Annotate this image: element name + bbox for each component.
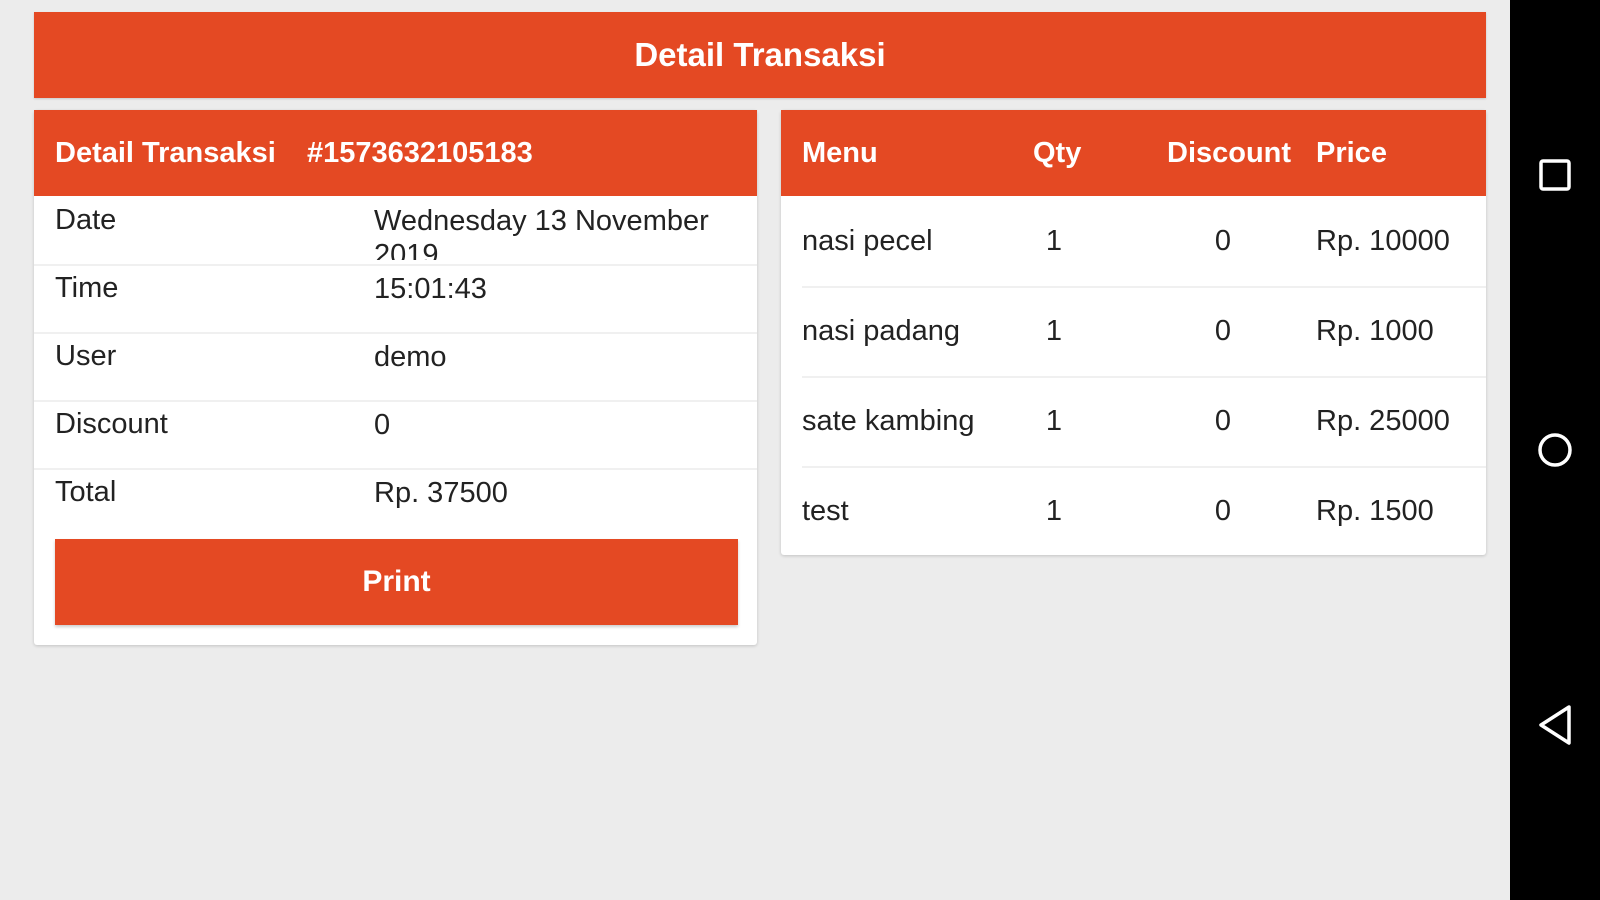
cell-discount: 0 (1214, 494, 1232, 527)
column-header-discount: Discount (1167, 137, 1292, 169)
info-value: 15:01:43 (374, 273, 487, 305)
info-label: Time (55, 272, 119, 304)
print-button[interactable]: Print (55, 539, 738, 625)
info-label: Date (55, 204, 117, 236)
column-header-menu: Menu (802, 137, 878, 169)
transaction-header-label: Detail Transaksi (55, 137, 276, 169)
transaction-header: Detail Transaksi #1573632105183 (34, 110, 757, 196)
table-row: nasi padang 1 0 Rp. 1000 (802, 286, 1486, 378)
info-value: Rp. 37500 (374, 477, 508, 509)
info-value: demo (374, 341, 447, 373)
home-icon (1538, 433, 1572, 467)
table-row: test 1 0 Rp. 1500 (802, 466, 1486, 556)
transaction-id: #1573632105183 (307, 137, 533, 169)
info-row-date: Date Wednesday 13 November 2019 (34, 196, 757, 266)
cell-discount: 0 (1214, 404, 1232, 437)
items-table-card: Menu Qty Discount Price nasi pecel 1 0 R… (781, 110, 1486, 555)
back-button[interactable] (1530, 700, 1580, 750)
back-icon (1539, 705, 1571, 745)
cell-discount: 0 (1214, 224, 1232, 257)
info-row-total: Total Rp. 37500 (34, 468, 757, 536)
items-table-header: Menu Qty Discount Price (781, 110, 1486, 196)
system-nav-bar (1510, 0, 1600, 900)
table-row: sate kambing 1 0 Rp. 25000 (802, 376, 1486, 468)
cell-menu: nasi pecel (802, 224, 933, 257)
table-row: nasi pecel 1 0 Rp. 10000 (802, 196, 1486, 288)
info-label: Discount (55, 408, 168, 440)
info-label: Total (55, 476, 117, 508)
cell-price: Rp. 10000 (1316, 224, 1450, 257)
column-header-qty: Qty (1033, 137, 1082, 169)
cell-qty: 1 (1045, 224, 1063, 257)
info-value: Wednesday 13 November 2019 (374, 205, 709, 260)
info-row-user: User demo (34, 332, 757, 402)
info-row-discount: Discount 0 (34, 400, 757, 470)
cell-price: Rp. 25000 (1316, 404, 1450, 437)
info-value: 0 (374, 409, 391, 441)
cell-menu: nasi padang (802, 314, 961, 347)
cell-qty: 1 (1045, 314, 1063, 347)
cell-discount: 0 (1214, 314, 1232, 347)
app-screen: Detail Transaksi Detail Transaksi #15736… (0, 0, 1510, 900)
recents-icon (1539, 159, 1571, 191)
cell-price: Rp. 1000 (1316, 314, 1434, 347)
cell-qty: 1 (1045, 404, 1063, 437)
transaction-detail-card: Detail Transaksi #1573632105183 Date Wed… (34, 110, 757, 645)
home-button[interactable] (1530, 425, 1580, 475)
cell-price: Rp. 1500 (1316, 494, 1434, 527)
info-row-time: Time 15:01:43 (34, 264, 757, 334)
page-title: Detail Transaksi (34, 12, 1486, 98)
cell-menu: sate kambing (802, 404, 975, 437)
column-header-price: Price (1316, 137, 1387, 169)
cell-menu: test (802, 494, 849, 527)
cell-qty: 1 (1045, 494, 1063, 527)
recents-button[interactable] (1530, 150, 1580, 200)
info-label: User (55, 340, 117, 372)
